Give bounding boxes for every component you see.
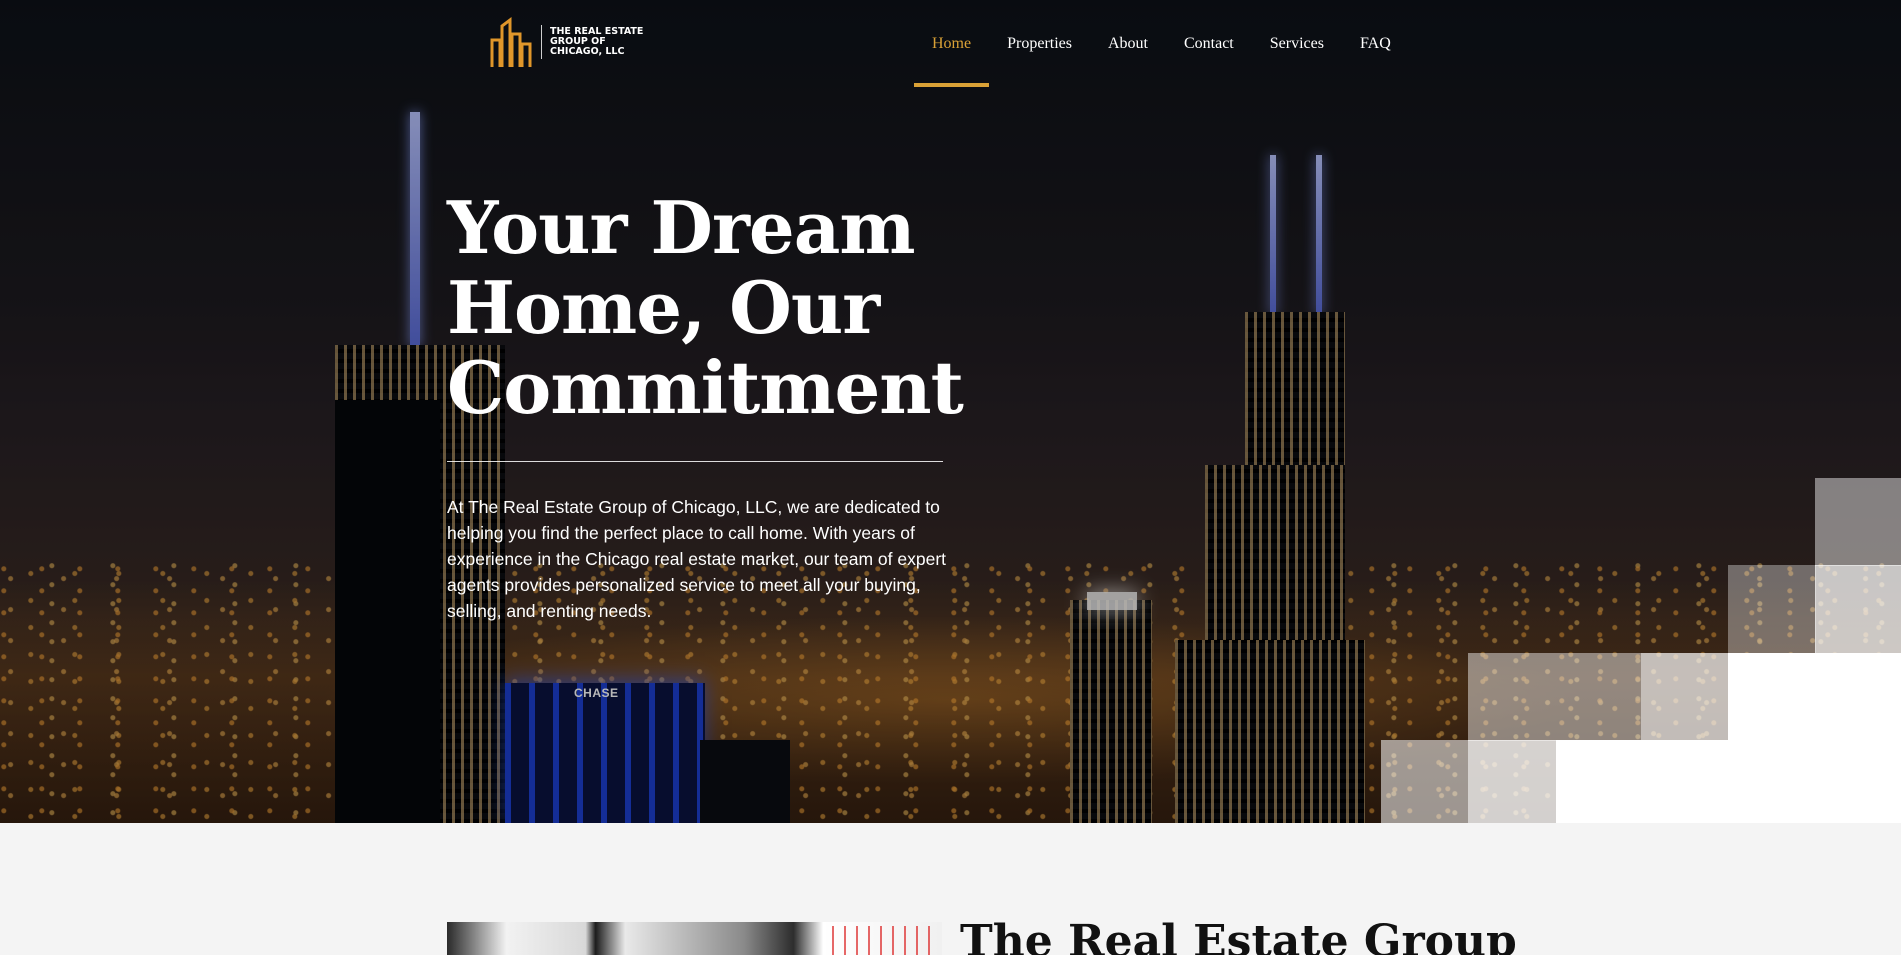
deco-block <box>1815 565 1901 653</box>
nav-properties[interactable]: Properties <box>989 0 1090 87</box>
deco-block <box>1381 740 1468 823</box>
blueprint-detail <box>832 926 932 955</box>
logo-text: THE REAL ESTATE GROUP OF CHICAGO, LLC <box>550 26 644 57</box>
deco-block <box>1641 653 1728 741</box>
hero-divider <box>447 461 943 462</box>
nav-home[interactable]: Home <box>914 0 990 87</box>
about-heading: The Real Estate Group <box>960 916 1517 955</box>
about-section: The Real Estate Group <box>0 823 1901 955</box>
about-image <box>447 922 942 955</box>
nav-contact[interactable]: Contact <box>1166 0 1252 87</box>
nav-services[interactable]: Services <box>1252 0 1342 87</box>
buildings-logo-icon <box>489 16 533 68</box>
deco-block <box>1468 653 1641 741</box>
main-nav: Home Properties About Contact Services F… <box>914 0 1409 87</box>
nav-faq[interactable]: FAQ <box>1342 0 1409 87</box>
deco-block <box>1728 653 1901 741</box>
nav-about[interactable]: About <box>1090 0 1166 87</box>
deco-block <box>1728 565 1816 653</box>
site-logo[interactable]: THE REAL ESTATE GROUP OF CHICAGO, LLC <box>489 16 660 68</box>
logo-divider <box>541 25 542 59</box>
deco-block <box>1468 740 1556 823</box>
deco-block <box>1556 740 1901 823</box>
site-header: THE REAL ESTATE GROUP OF CHICAGO, LLC Ho… <box>0 0 1901 90</box>
hero-title: Your Dream Home, Our Commitment <box>447 185 964 430</box>
deco-block <box>1815 478 1901 566</box>
hero-description: At The Real Estate Group of Chicago, LLC… <box>447 497 947 621</box>
hero-section: CHASE Your Dream Home, Our Commitment At… <box>0 0 1901 823</box>
